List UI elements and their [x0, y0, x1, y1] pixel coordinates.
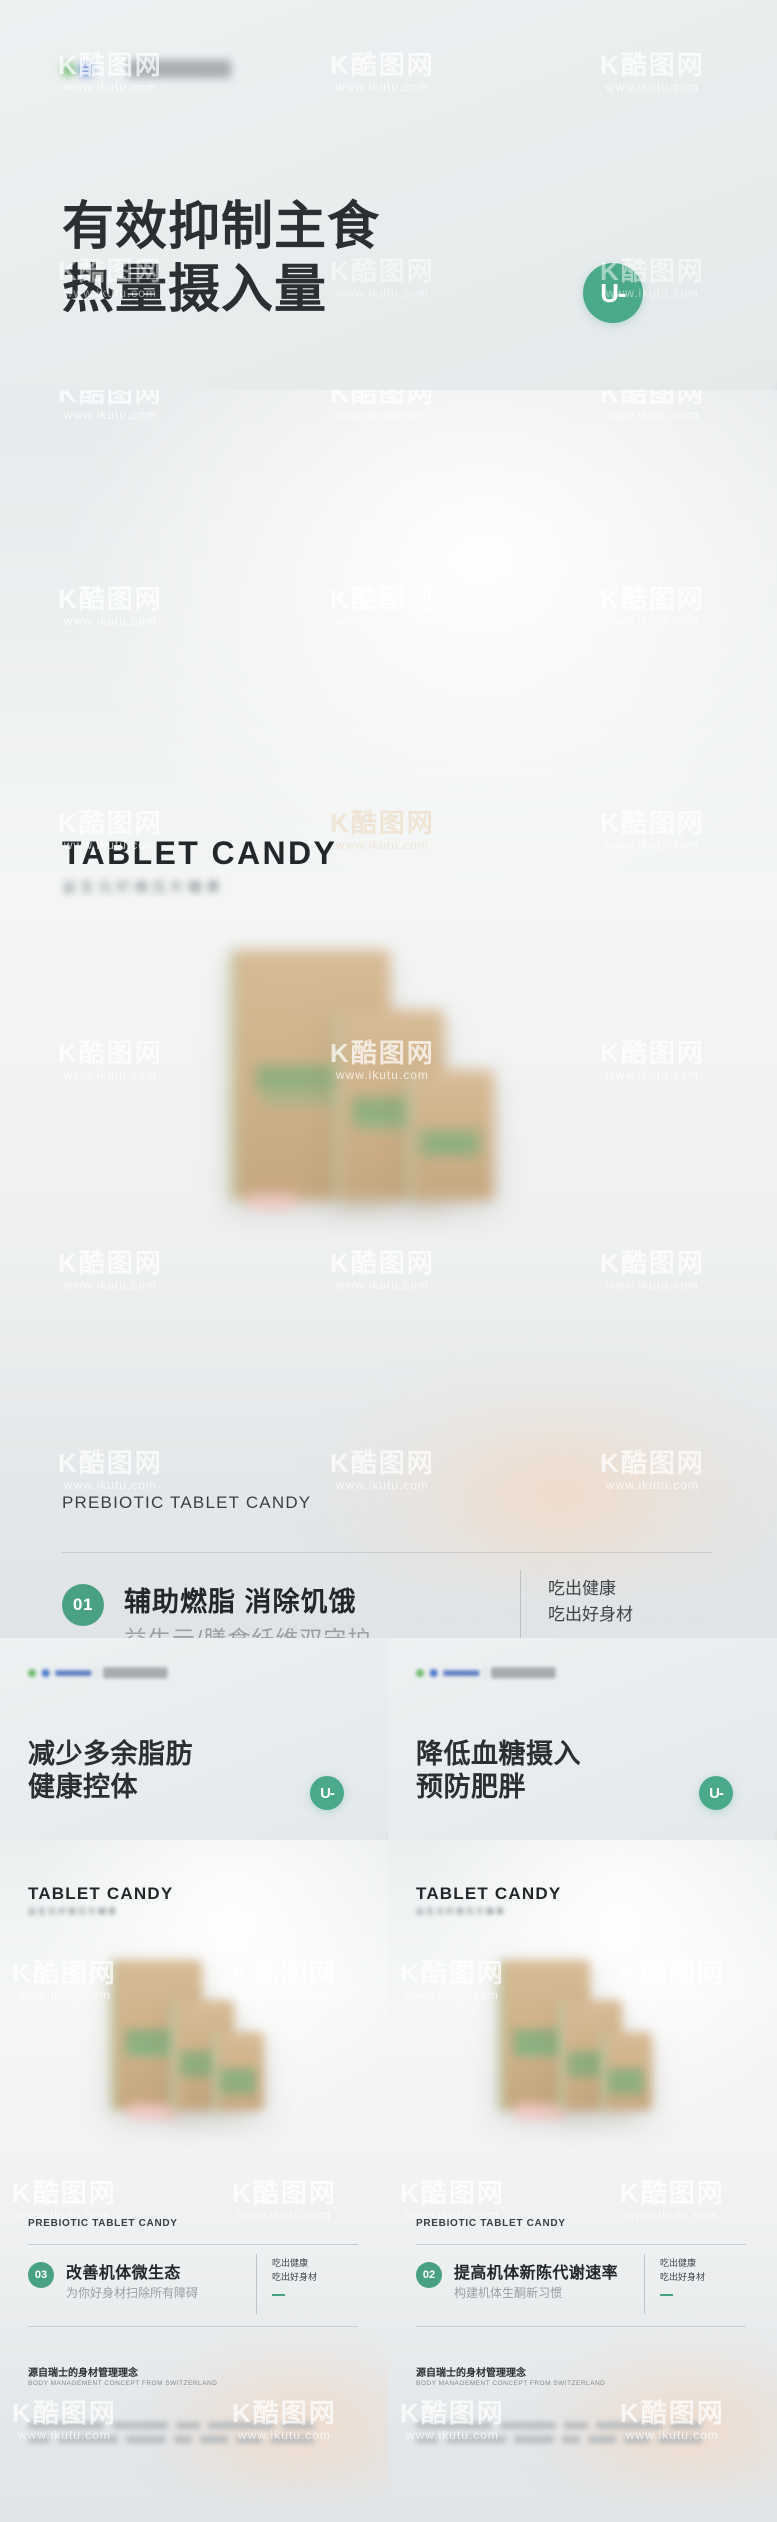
panel-blurred-body-copy: [416, 2422, 746, 2450]
bottom-panels: 减少多余脂肪 健康控体 U- TABLET CANDY 益生元纤维压片糖果 PR…: [0, 1638, 777, 2522]
brand-wordmark: [443, 1670, 480, 1676]
feature-number-badge: 01: [62, 1584, 104, 1626]
hero-u-badge: U-: [583, 263, 643, 323]
panel-feature-subline: 构建机体生酮新习惯: [454, 2286, 563, 2300]
panel-swiss-en: BODY MANAGEMENT CONCEPT FROM SWITZERLAND: [416, 2380, 606, 2387]
panel-feature-accent-dash: [660, 2294, 673, 2296]
panel-reduce-fat: 减少多余脂肪 健康控体 U- TABLET CANDY 益生元纤维压片糖果 PR…: [0, 1638, 388, 2522]
hero-title: 有效抑制主食 热量摄入量: [62, 198, 381, 319]
panel-section-subtitle: 益生元纤维压片糖果: [416, 1907, 506, 1916]
brand-dot-green-icon: [28, 1668, 37, 1677]
product-pack-small: [212, 2032, 264, 2110]
panel-feature-number-badge: 03: [28, 2262, 54, 2288]
panel-card: TABLET CANDY 益生元纤维压片糖果 PREBIOTIC TABLET …: [388, 1840, 777, 2522]
panel-feature-divider: [644, 2254, 645, 2314]
product-pack-small: [600, 2032, 652, 2110]
panel-section-title: TABLET CANDY: [416, 1884, 562, 1903]
panel-feature-side-text: 吃出健康 吃出好身材: [272, 2258, 318, 2283]
panel-divider-top: [28, 2244, 358, 2245]
panel-prebiotic-label: PREBIOTIC TABLET CANDY: [416, 2218, 566, 2229]
card-warm-glow: [330, 1368, 777, 1578]
panel-swiss-cn: 源自瑞士的身材管理理念: [416, 2368, 526, 2379]
panel-swiss-cn: 源自瑞士的身材管理理念: [28, 2368, 138, 2379]
watermark: K酷图网 www.ikutu.com: [58, 1248, 163, 1293]
panel-feature-row: 03 改善机体微生态 为你好身材扫除所有障碍 吃出健康 吃出好身材: [28, 2254, 358, 2320]
panel-feature-headline: 改善机体微生态: [66, 2265, 181, 2282]
panel-feature-divider: [256, 2254, 257, 2314]
brand-dot-blue-icon: [41, 1668, 50, 1677]
panel-hero: 减少多余脂肪 健康控体 U-: [0, 1638, 388, 1850]
panel-section-subtitle: 益生元纤维压片糖果: [28, 1907, 118, 1916]
product-photo: [150, 950, 620, 1280]
panel-feature-row: 02 提高机体新陈代谢速率 构建机体生酮新习惯 吃出健康 吃出好身材: [416, 2254, 746, 2320]
panel-feature-number-badge: 02: [416, 2262, 442, 2288]
panel-swiss-en: BODY MANAGEMENT CONCEPT FROM SWITZERLAND: [28, 2380, 218, 2387]
poster-page: 有效抑制主食 热量摄入量 U- K酷图网 www.ikutu.com K酷图网 …: [0, 0, 777, 2522]
prebiotic-label: PREBIOTIC TABLET CANDY: [62, 1493, 312, 1512]
brand-dot-green-icon: [416, 1668, 425, 1677]
brand-dot-blue-icon: [429, 1668, 438, 1677]
brand-logo-secondary: [491, 1667, 556, 1679]
watermark: K酷图网 www.ikutu.com: [620, 2178, 725, 2223]
feature-row: 01 辅助燃脂 消除饥饿 益生元/膳食纤维双守护 吃出健康 吃出好身材: [62, 1570, 712, 1638]
panel-divider-bottom: [28, 2326, 358, 2327]
watermark: K酷图网 www.ikutu.com: [600, 50, 705, 95]
feature-headline: 辅助燃脂 消除饥饿: [124, 1587, 357, 1617]
panel-warm-glow: [538, 2338, 777, 2488]
panel-brand-logo-row: [416, 1666, 556, 1680]
hero-section: 有效抑制主食 热量摄入量 U- K酷图网 www.ikutu.com K酷图网 …: [0, 0, 777, 417]
panel-section-title: TABLET CANDY: [28, 1884, 174, 1903]
brand-logo-secondary: [127, 60, 231, 78]
panel-prebiotic-label: PREBIOTIC TABLET CANDY: [28, 2218, 178, 2229]
section-title: TABLET CANDY: [62, 835, 338, 871]
panel-warm-glow: [150, 2338, 388, 2488]
panel-feature-accent-dash: [272, 2294, 285, 2296]
brand-divider: [96, 1666, 98, 1680]
panel-divider-bottom: [416, 2326, 746, 2327]
main-product-card: TABLET CANDY 益生元纤维压片糖果 PREBIOTIC TABLET …: [0, 390, 777, 1638]
brand-wordmark: [55, 1670, 92, 1676]
panel-feature-headline: 提高机体新陈代谢速率: [454, 2265, 619, 2282]
divider-top: [62, 1552, 712, 1553]
watermark: K酷图网 www.ikutu.com: [58, 1038, 163, 1083]
watermark: K酷图网 www.ikutu.com: [12, 2178, 117, 2223]
brand-dot-blue-icon: [80, 62, 93, 76]
panel-u-badge: U-: [310, 1776, 344, 1810]
panel-feature-side-text: 吃出健康 吃出好身材: [660, 2258, 706, 2283]
panel-divider-top: [416, 2244, 746, 2245]
feature-subline: 益生元/膳食纤维双守护: [124, 1620, 371, 1638]
panel-brand-logo-row: [28, 1666, 168, 1680]
panel-feature-subline: 为你好身材扫除所有障碍: [66, 2286, 199, 2300]
product-pack-small: [406, 1070, 494, 1200]
feature-side-text: 吃出健康 吃出好身材: [548, 1579, 633, 1625]
brand-divider: [112, 58, 113, 80]
panel-blurred-body-copy: [28, 2422, 358, 2450]
watermark: K酷图网 www.ikutu.com: [400, 2178, 505, 2223]
panel-hero: 降低血糖摄入 预防肥胖 U-: [388, 1638, 777, 1850]
watermark: K酷图网 www.ikutu.com: [330, 50, 435, 95]
watermark: K酷图网 www.ikutu.com: [232, 2178, 337, 2223]
feature-vertical-divider: [520, 1570, 521, 1638]
panel-product-photo: [70, 1960, 320, 2150]
panel-title: 降低血糖摄入 预防肥胖: [416, 1739, 581, 1802]
panel-product-photo: [458, 1960, 708, 2150]
section-subtitle: 益生元纤维压片糖果: [62, 879, 224, 895]
brand-dot-green-icon: [62, 62, 75, 76]
panel-u-badge: U-: [699, 1776, 733, 1810]
panel-card: TABLET CANDY 益生元纤维压片糖果 PREBIOTIC TABLET …: [0, 1840, 388, 2522]
brand-divider: [484, 1666, 486, 1680]
brand-logo-row: [62, 58, 231, 80]
panel-title: 减少多余脂肪 健康控体: [28, 1739, 193, 1802]
panel-lower-blood-sugar: 降低血糖摄入 预防肥胖 U- TABLET CANDY 益生元纤维压片糖果 PR…: [388, 1638, 777, 2522]
brand-logo-primary: [62, 62, 98, 76]
watermark: K酷图网 www.ikutu.com: [58, 1448, 163, 1493]
brand-logo-secondary: [103, 1667, 168, 1679]
